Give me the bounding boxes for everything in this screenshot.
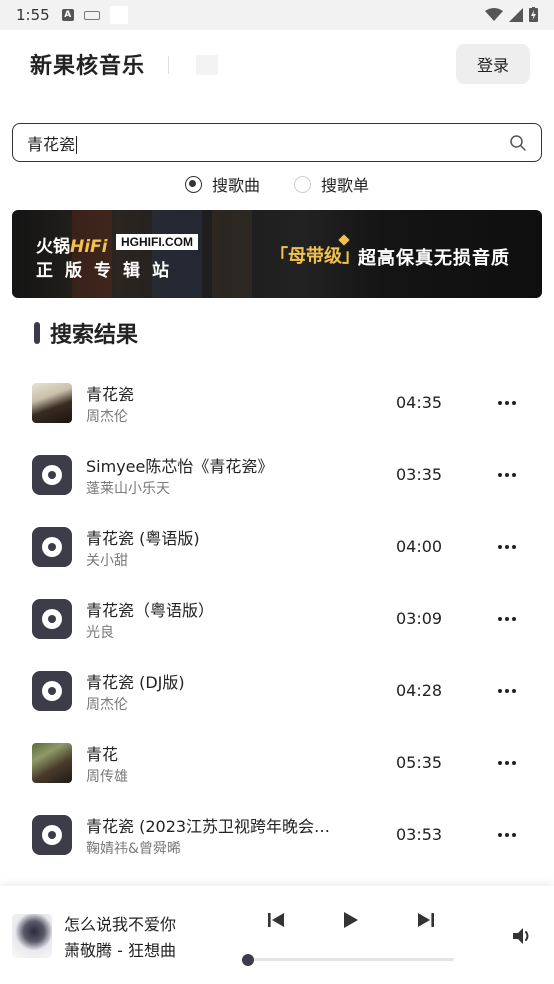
progress-bar[interactable] — [248, 958, 454, 961]
progress-handle[interactable] — [242, 954, 254, 966]
status-time: 1:55 — [16, 6, 50, 24]
search-mode-playlists[interactable]: 搜歌单 — [294, 172, 369, 196]
banner-badge: 「母带级」 — [270, 246, 360, 267]
search-query-text[interactable]: 青花瓷 — [27, 131, 509, 155]
song-duration: 04:35 — [396, 393, 443, 412]
app-title: 新果核音乐 — [30, 54, 146, 79]
song-title: 青花瓷 (粤语版) — [86, 529, 200, 548]
song-duration: 03:35 — [396, 465, 443, 484]
more-icon[interactable] — [494, 753, 520, 773]
search-icon[interactable] — [509, 134, 527, 152]
song-duration: 05:35 — [396, 753, 443, 772]
search-mode-playlists-label: 搜歌单 — [321, 176, 370, 195]
keyboard-icon — [83, 10, 100, 20]
play-icon[interactable] — [338, 908, 362, 932]
song-duration: 04:00 — [396, 537, 443, 556]
disc-icon — [32, 599, 72, 639]
song-row[interactable]: 青花瓷 (粤语版) 关小甜 04:00 — [0, 510, 554, 582]
song-title: 青花瓷 (2023江苏卫视跨年晚会… — [86, 817, 331, 836]
song-artist: 周杰伦 — [86, 409, 128, 425]
banner-subtitle: 正版专辑站 — [36, 261, 181, 281]
previous-icon[interactable] — [264, 908, 288, 932]
song-artist: 光良 — [86, 625, 114, 641]
radio-selected-icon[interactable] — [184, 175, 202, 193]
song-title: 青花 — [86, 745, 119, 764]
status-bar: 1:55 A — [0, 0, 554, 30]
song-row[interactable]: 青花瓷 (DJ版) 周杰伦 04:28 — [0, 654, 554, 726]
song-title: 青花瓷 (DJ版) — [86, 673, 185, 692]
disc-icon — [32, 455, 72, 495]
player-artist-album: 萧敬腾 - 狂想曲 — [64, 941, 176, 960]
song-duration: 04:28 — [396, 681, 443, 700]
song-title: Simyee陈芯怡《青花瓷》 — [86, 457, 274, 476]
promo-banner[interactable]: 火锅HiFi HGHIFI.COM 正版专辑站 「母带级」 超高保真无损音质 — [12, 210, 542, 298]
wifi-icon — [485, 7, 503, 21]
login-button[interactable]: 登录 — [456, 44, 530, 84]
title-placeholder — [196, 55, 218, 75]
banner-album-art — [212, 210, 252, 298]
more-icon[interactable] — [494, 393, 520, 413]
more-icon[interactable] — [494, 681, 520, 701]
search-input[interactable]: 青花瓷 — [12, 123, 542, 162]
album-cover — [32, 743, 72, 783]
signal-icon — [509, 7, 523, 22]
search-mode-songs-label: 搜歌曲 — [211, 176, 260, 195]
volume-icon[interactable] — [510, 924, 534, 948]
more-icon[interactable] — [494, 825, 520, 845]
player-album-cover[interactable] — [12, 914, 52, 958]
search-mode-group: 搜歌曲 搜歌单 — [0, 172, 554, 196]
song-title: 青花瓷 — [86, 385, 135, 404]
results-title: 搜索结果 — [50, 323, 139, 348]
song-row[interactable]: Simyee陈芯怡《青花瓷》 蓬莱山小乐天 03:35 — [0, 438, 554, 510]
disc-icon — [32, 527, 72, 567]
battery-icon — [529, 7, 538, 22]
song-row[interactable]: 青花瓷 周杰伦 04:35 — [0, 366, 554, 438]
song-row[interactable]: 青花 周传雄 05:35 — [0, 726, 554, 798]
song-row[interactable]: 青花瓷（粤语版） 光良 03:09 — [0, 582, 554, 654]
banner-album-art — [152, 210, 202, 298]
disc-icon — [32, 671, 72, 711]
song-artist: 蓬莱山小乐天 — [86, 481, 170, 497]
song-duration: 03:09 — [396, 609, 443, 628]
banner-brand: 火锅HiFi — [36, 237, 108, 257]
section-marker — [34, 322, 40, 344]
notification-a-icon: A — [61, 9, 74, 21]
song-title: 青花瓷（粤语版） — [86, 601, 215, 620]
notification-blank-icon — [109, 6, 128, 24]
more-icon[interactable] — [494, 465, 520, 485]
text-caret — [76, 136, 78, 154]
more-icon[interactable] — [494, 537, 520, 557]
next-icon[interactable] — [414, 908, 438, 932]
song-artist: 鞠婧祎&曾舜晞 — [86, 841, 181, 857]
disc-icon — [32, 815, 72, 855]
banner-slogan: 超高保真无损音质 — [358, 248, 510, 269]
album-cover — [32, 383, 72, 423]
status-icons — [485, 7, 538, 22]
mini-player: 怎么说我不爱你 萧敬腾 - 狂想曲 — [0, 886, 554, 984]
title-divider — [168, 56, 169, 74]
song-artist: 周杰伦 — [86, 697, 128, 713]
song-duration: 03:53 — [396, 825, 443, 844]
more-icon[interactable] — [494, 609, 520, 629]
player-song-title: 怎么说我不爱你 — [64, 915, 177, 934]
song-row[interactable]: 青花瓷 (2023江苏卫视跨年晚会… 鞠婧祎&曾舜晞 03:53 — [0, 798, 554, 870]
song-artist: 周传雄 — [86, 769, 128, 785]
results-list: 青花瓷 周杰伦 04:35 Simyee陈芯怡《青花瓷》 蓬莱山小乐天 03:3… — [0, 366, 554, 870]
banner-domain: HGHIFI.COM — [116, 234, 198, 250]
search-mode-songs[interactable]: 搜歌曲 — [184, 172, 260, 196]
song-artist: 关小甜 — [86, 553, 128, 569]
radio-unselected-icon[interactable] — [294, 175, 311, 193]
